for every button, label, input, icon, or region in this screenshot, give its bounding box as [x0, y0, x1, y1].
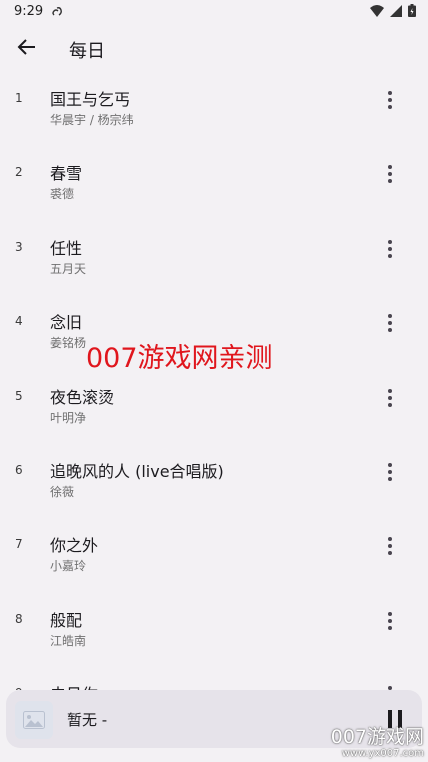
track-row[interactable]: 9 去见你	[0, 673, 428, 690]
track-artist: 华晨宇 / 杨宗纬	[50, 113, 134, 127]
track-artist: 江皓南	[50, 633, 87, 648]
track-title: 夜色滚烫	[50, 387, 115, 407]
track-artist: 徐薇	[50, 484, 75, 499]
status-bar: 9:29	[0, 0, 428, 24]
signal-icon	[390, 4, 402, 17]
site-logo-name: 007游戏网	[330, 726, 424, 748]
watermark-text: 007游戏网亲测	[86, 343, 273, 374]
track-index: 4	[15, 314, 23, 329]
track-artist: 小嘉玲	[50, 559, 87, 574]
track-artist: 姜铭杨	[50, 336, 87, 351]
track-title: 般配	[50, 610, 83, 630]
track-row[interactable]: 7 你之外 小嘉玲	[0, 524, 428, 598]
track-index: 2	[15, 165, 23, 180]
wifi-icon	[370, 4, 384, 17]
track-title: 春雪	[50, 164, 83, 184]
more-options-icon[interactable]	[378, 88, 402, 112]
more-options-icon[interactable]	[378, 386, 402, 410]
track-artist: 裘德	[50, 187, 75, 202]
site-logo: 007游戏网 www.yx007.com	[331, 726, 424, 760]
track-index: 1	[15, 91, 23, 105]
app-bar: 每日	[0, 24, 428, 76]
track-title: 国王与乞丐	[50, 90, 131, 109]
track-row[interactable]: 3 任性 五月天	[0, 227, 428, 301]
back-button[interactable]	[10, 30, 44, 64]
status-time: 9:29	[14, 4, 44, 19]
page-title: 每日	[69, 41, 105, 62]
more-options-icon[interactable]	[378, 237, 402, 261]
more-options-icon[interactable]	[378, 683, 402, 690]
track-artist: 叶明净	[50, 410, 87, 425]
image-placeholder-icon	[23, 711, 45, 729]
track-index: 3	[15, 239, 23, 254]
now-playing-title: 暂无 -	[67, 711, 108, 729]
track-index: 7	[15, 537, 23, 552]
track-title: 你之外	[50, 536, 99, 556]
track-index: 8	[15, 611, 23, 626]
track-artist: 五月天	[50, 261, 87, 276]
more-options-icon[interactable]	[378, 609, 402, 633]
track-list: 1 国王与乞丐 华晨宇 / 杨宗纬 2 春雪 裘德 3 任性 五月天 4 念旧 …	[0, 78, 428, 690]
more-options-icon[interactable]	[378, 534, 402, 558]
track-row[interactable]: 5 夜色滚烫 叶明净	[0, 376, 428, 450]
album-cover	[15, 701, 53, 739]
site-logo-url: www.yx007.com	[341, 748, 424, 759]
track-row[interactable]: 6 追晚风的人 (live合唱版) 徐薇	[0, 450, 428, 524]
track-index: 6	[15, 462, 23, 477]
more-options-icon[interactable]	[378, 311, 402, 335]
battery-icon	[408, 4, 416, 17]
track-row[interactable]: 1 国王与乞丐 华晨宇 / 杨宗纬	[0, 78, 428, 152]
track-title: 任性	[50, 238, 83, 258]
track-row[interactable]: 8 般配 江皓南	[0, 599, 428, 673]
track-title: 去见你	[50, 681, 98, 690]
more-options-icon[interactable]	[378, 460, 402, 484]
accessibility-icon	[52, 7, 62, 16]
track-index: 5	[15, 388, 23, 403]
track-title: 念旧	[50, 313, 83, 333]
more-options-icon[interactable]	[378, 162, 402, 186]
track-row[interactable]: 2 春雪 裘德	[0, 152, 428, 226]
arrow-back-icon	[17, 39, 35, 55]
track-title: 追晚风的人 (live合唱版)	[50, 461, 224, 481]
